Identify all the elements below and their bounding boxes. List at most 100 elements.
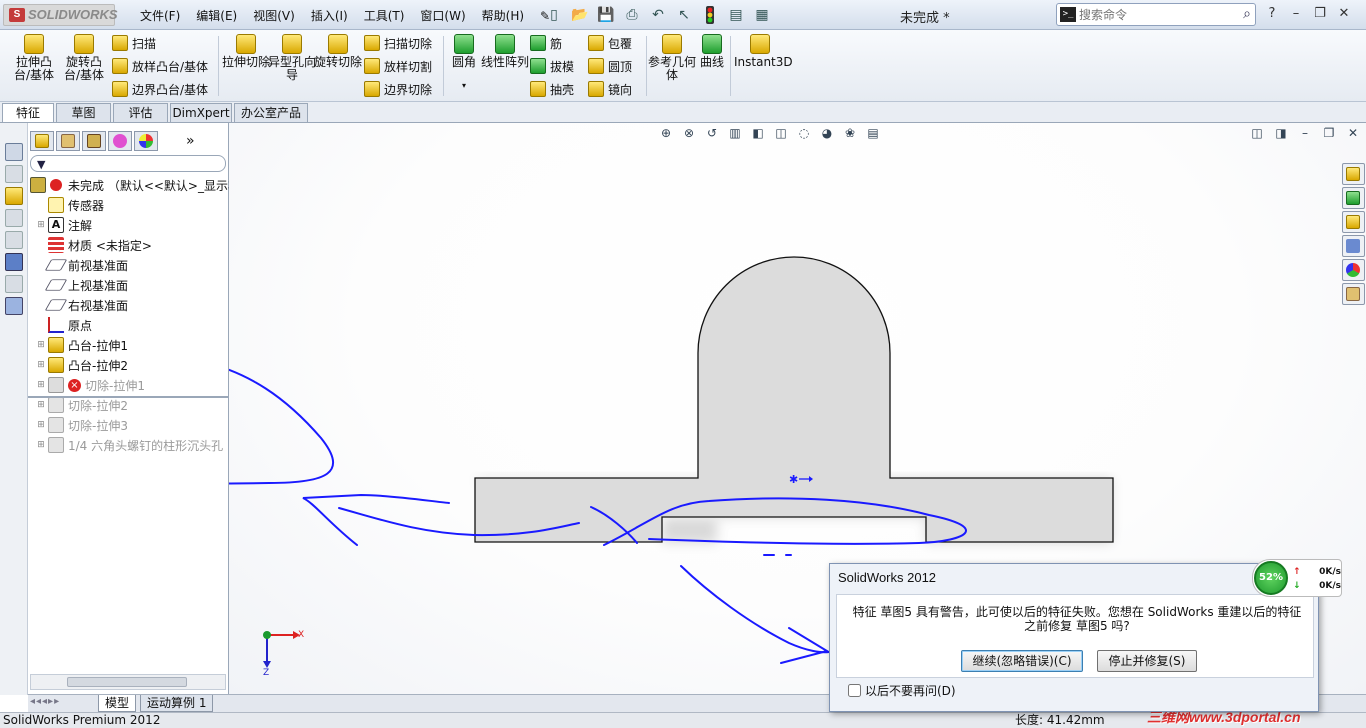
- sweep-cut-label: 扫描切除: [384, 36, 433, 51]
- close-icon[interactable]: ✕: [1334, 5, 1354, 23]
- menu-view[interactable]: 视图(V): [245, 6, 303, 26]
- feature-icon[interactable]: [5, 187, 23, 205]
- select-cursor-icon[interactable]: ↖: [673, 5, 695, 25]
- download-arrow-icon: ↓: [1293, 581, 1301, 591]
- save-icon[interactable]: 💾: [595, 5, 617, 25]
- dont-ask-again-input[interactable]: [848, 684, 861, 697]
- tab-scroll-arrows-icon[interactable]: ◂◂◂▸▸: [30, 696, 60, 707]
- tab-motion-study[interactable]: 运动算例 1: [140, 695, 214, 712]
- options-icon[interactable]: ▦: [751, 5, 773, 25]
- tree-item-cut-extrude2[interactable]: ⊞ 切除-拉伸2: [36, 395, 128, 415]
- configuration-manager-tab[interactable]: [82, 131, 106, 151]
- tree-item-origin[interactable]: 原点: [36, 315, 92, 335]
- stop-and-repair-button[interactable]: 停止并修复(S): [1097, 650, 1197, 672]
- tree-root[interactable]: 未完成 （默认<<默认>_显示状: [30, 175, 240, 195]
- network-monitor-widget[interactable]: 52% ↑ 0K/s ↓ 0K/s: [1252, 559, 1342, 597]
- undo-icon[interactable]: ↶: [647, 5, 669, 25]
- tree-filter[interactable]: ▼: [30, 155, 226, 172]
- menu-edit[interactable]: 编辑(E): [188, 6, 245, 26]
- tab-dimxpert[interactable]: DimXpert: [170, 103, 232, 122]
- search-box[interactable]: >_ ⌕: [1056, 3, 1256, 26]
- menu-window[interactable]: 窗口(W): [412, 6, 473, 26]
- dimxpert-manager-tab[interactable]: [108, 131, 132, 151]
- restore-icon[interactable]: ❐: [1310, 5, 1330, 23]
- file-properties-icon[interactable]: ▤: [725, 5, 747, 25]
- assembly-icon[interactable]: [5, 231, 23, 249]
- feature-manager-tab[interactable]: [30, 131, 54, 151]
- rebuild-traffic-light-icon[interactable]: [699, 5, 721, 25]
- draft-label: 拔模: [550, 59, 575, 74]
- extrude-boss-button[interactable]: 拉伸凸台/基体: [10, 34, 58, 82]
- shell-button[interactable]: 抽壳: [530, 79, 574, 99]
- dont-ask-again-checkbox[interactable]: 以后不要再问(D): [848, 682, 956, 699]
- boss-extrude-icon: [48, 357, 64, 373]
- menu-insert[interactable]: 插入(I): [303, 6, 356, 26]
- tree-item-counterbore-hole[interactable]: ⊞ 1/4 六角头螺钉的柱形沉头孔: [36, 435, 223, 455]
- tree-item-cut-extrude3[interactable]: ⊞ 切除-拉伸3: [36, 415, 128, 435]
- display-manager-tab[interactable]: [134, 131, 158, 151]
- curves-button[interactable]: 曲线: [688, 34, 736, 69]
- tree-item-sensors[interactable]: 传感器: [36, 195, 104, 215]
- menu-tools[interactable]: 工具(T): [356, 6, 413, 26]
- boundary-boss-button[interactable]: 边界凸台/基体: [112, 79, 208, 99]
- revolve-boss-label: 旋转凸台/基体: [63, 55, 105, 82]
- tab-model[interactable]: 模型: [98, 695, 137, 712]
- tree-item-top-plane[interactable]: 上视基准面: [36, 275, 128, 295]
- origin-icon: [48, 317, 64, 333]
- tab-features[interactable]: 特征: [2, 103, 54, 122]
- tab-evaluate[interactable]: 评估: [113, 103, 168, 122]
- tree-item-material[interactable]: 材质 <未指定>: [36, 235, 152, 255]
- revolve-cut-button[interactable]: 旋转切除: [314, 34, 362, 69]
- boundary-cut-button[interactable]: 边界切除: [364, 79, 432, 99]
- tree-item-annotations[interactable]: ⊞ A 注解: [36, 215, 92, 235]
- minimize-icon[interactable]: –: [1286, 5, 1306, 23]
- dome-button[interactable]: 圆顶: [588, 56, 632, 76]
- curve-icon[interactable]: [5, 209, 23, 227]
- open-folder-icon[interactable]: 📂: [569, 5, 591, 25]
- rollback-bar[interactable]: [28, 396, 228, 398]
- instant3d-button[interactable]: Instant3D: [734, 34, 793, 69]
- help-icon[interactable]: ?: [1262, 5, 1282, 23]
- boundary-cut-label: 边界切除: [384, 82, 433, 97]
- mirror-button[interactable]: 镜向: [588, 79, 632, 99]
- tree-horizontal-scrollbar[interactable]: [30, 674, 226, 690]
- display-manager-icon: [139, 134, 153, 148]
- loft-boss-button[interactable]: 放样凸台/基体: [112, 56, 208, 76]
- rib-button[interactable]: 筋: [530, 33, 562, 53]
- hole-wizard-button[interactable]: 异型孔向导: [268, 34, 316, 82]
- tree-item-right-plane[interactable]: 右视基准面: [36, 295, 128, 315]
- solidworks-logo[interactable]: S SOLIDWORKS: [3, 4, 118, 26]
- linear-pattern-button[interactable]: 线性阵列: [481, 34, 529, 69]
- loft-cut-button[interactable]: 放样切割: [364, 56, 432, 76]
- save-icon[interactable]: [5, 253, 23, 271]
- sketch-icon[interactable]: [5, 143, 23, 161]
- drawing-icon[interactable]: [5, 275, 23, 293]
- tab-office-products[interactable]: 办公室产品: [234, 103, 308, 122]
- tree-item-boss-extrude2[interactable]: ⊞ 凸台-拉伸2: [36, 355, 128, 375]
- search-input[interactable]: [1079, 6, 1229, 23]
- print-icon[interactable]: ⎙: [621, 5, 643, 25]
- smart-dimension-icon[interactable]: [5, 165, 23, 183]
- menu-file[interactable]: 文件(F): [132, 6, 188, 26]
- mate-icon[interactable]: [5, 297, 23, 315]
- search-icon[interactable]: ⌕: [1243, 6, 1251, 22]
- revolve-boss-button[interactable]: 旋转凸台/基体: [60, 34, 108, 82]
- extrude-cut-button[interactable]: 拉伸切除: [222, 34, 270, 69]
- tree-item-boss-extrude1[interactable]: ⊞ 凸台-拉伸1: [36, 335, 128, 355]
- property-manager-tab[interactable]: [56, 131, 80, 151]
- draft-button[interactable]: 拔模: [530, 56, 574, 76]
- tab-sketch[interactable]: 草图: [56, 103, 111, 122]
- continue-ignore-error-button[interactable]: 继续(忽略错误)(C): [961, 650, 1083, 672]
- configuration-manager-icon: [87, 134, 101, 148]
- sweep-cut-button[interactable]: 扫描切除: [364, 33, 432, 53]
- tree-item-cut-extrude1[interactable]: ⊞ × 切除-拉伸1: [36, 375, 145, 395]
- scroll-thumb[interactable]: [67, 677, 187, 687]
- menu-help[interactable]: 帮助(H): [474, 6, 532, 26]
- new-document-icon[interactable]: ▯: [543, 5, 565, 25]
- sweep-button[interactable]: 扫描: [112, 33, 156, 53]
- wrap-button[interactable]: 包覆: [588, 33, 632, 53]
- tree-item-front-plane[interactable]: 前视基准面: [36, 255, 128, 275]
- fillet-label: 圆角: [451, 55, 476, 69]
- expand-panel-icon[interactable]: »: [186, 131, 195, 151]
- coordinate-triad: [263, 631, 300, 668]
